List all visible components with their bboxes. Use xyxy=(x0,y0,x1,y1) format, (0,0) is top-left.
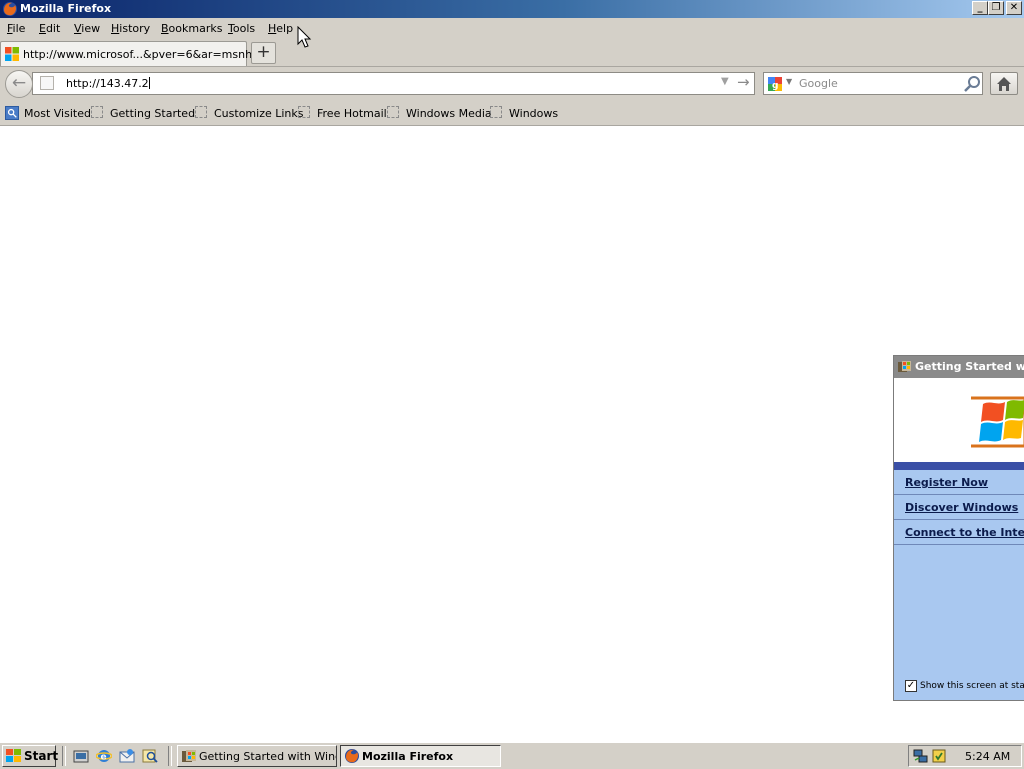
svg-text:e: e xyxy=(101,753,107,763)
most-visited-icon xyxy=(5,106,19,120)
menu-bookmarks[interactable]: Bookmarks xyxy=(161,22,222,35)
text-caret xyxy=(148,77,150,89)
window-title: Mozilla Firefox xyxy=(20,2,112,15)
menu-history[interactable]: History xyxy=(111,22,150,35)
home-button[interactable] xyxy=(990,72,1018,95)
firefox-icon xyxy=(3,2,17,16)
menu-tools[interactable]: Tools xyxy=(228,22,255,35)
show-at-startup-checkbox[interactable]: ✓ xyxy=(905,680,917,692)
msn-icon xyxy=(5,47,19,61)
bookmark-page-icon xyxy=(387,106,399,118)
menu-file[interactable]: File xyxy=(7,22,25,35)
menu-help[interactable]: Help xyxy=(268,22,293,35)
task-getting-started[interactable]: Getting Started with Wind... xyxy=(177,745,337,767)
menu-view[interactable]: View xyxy=(74,22,100,35)
bookmarks-toolbar: Most Visited Getting Started Customize L… xyxy=(0,101,1024,126)
bookmark-page-icon xyxy=(490,106,502,118)
discover-windows-link[interactable]: Discover Windows xyxy=(894,495,1024,520)
bookmark-page-icon xyxy=(195,106,207,118)
url-bar[interactable]: http://143.47.2 ▼ → xyxy=(32,72,755,95)
getting-started-app-icon xyxy=(898,361,911,372)
connect-internet-link[interactable]: Connect to the Intern xyxy=(894,520,1024,545)
new-tab-button[interactable]: + xyxy=(251,42,276,64)
url-dropdown-icon[interactable]: ▼ xyxy=(721,76,729,87)
task-mozilla-firefox[interactable]: Mozilla Firefox xyxy=(340,745,501,767)
tab-label: http://www.microsof...&pver=6&ar=msnhome xyxy=(23,48,277,61)
show-at-startup-label: Show this screen at starti xyxy=(920,681,1024,691)
banner-stripe xyxy=(894,462,1024,470)
home-icon xyxy=(997,77,1011,91)
taskbar-separator xyxy=(62,746,66,766)
security-shield-icon[interactable] xyxy=(931,748,947,764)
tab-strip: http://www.microsof...&pver=6&ar=msnhome… xyxy=(0,39,1024,67)
internet-explorer-icon[interactable]: e xyxy=(96,748,112,764)
mouse-cursor-icon xyxy=(297,26,312,48)
search-bar[interactable]: g ▼ Google xyxy=(763,72,983,95)
back-button[interactable]: ← xyxy=(5,70,33,98)
search-icon[interactable] xyxy=(963,75,981,93)
outlook-express-icon[interactable] xyxy=(119,748,135,764)
getting-started-title: Getting Started wit xyxy=(915,360,1024,373)
search-explorer-icon[interactable] xyxy=(142,748,158,764)
search-engine-dropdown-icon[interactable]: ▼ xyxy=(786,77,792,86)
restore-button[interactable]: ❐ xyxy=(988,1,1004,15)
bookmark-page-icon xyxy=(298,106,310,118)
getting-started-app-icon xyxy=(182,750,196,762)
clock[interactable]: 5:24 AM xyxy=(965,750,1010,763)
google-icon[interactable]: g xyxy=(767,76,783,92)
title-bar[interactable]: Mozilla Firefox _ ❐ ✕ xyxy=(0,0,1024,18)
register-now-link[interactable]: Register Now xyxy=(894,470,1024,495)
taskbar: Start e Getting Started with Wind... xyxy=(0,742,1024,769)
system-tray: 5:24 AM xyxy=(908,745,1022,767)
url-input[interactable]: http://143.47.2 xyxy=(66,77,150,90)
menu-edit[interactable]: Edit xyxy=(39,22,60,35)
firefox-icon xyxy=(345,749,359,763)
menu-bar: File Edit View History Bookmarks Tools H… xyxy=(0,18,1024,39)
page-content[interactable] xyxy=(0,126,1024,742)
getting-started-title-bar[interactable]: Getting Started wit xyxy=(894,356,1024,378)
windows-logo-banner xyxy=(894,378,1024,462)
getting-started-window[interactable]: Getting Started wit Register Now Discove… xyxy=(893,355,1024,701)
windows-start-icon xyxy=(6,749,21,762)
close-button[interactable]: ✕ xyxy=(1006,1,1022,15)
bookmark-page-icon xyxy=(91,106,103,118)
start-button[interactable]: Start xyxy=(2,745,58,767)
network-icon[interactable] xyxy=(913,748,929,764)
search-input[interactable]: Google xyxy=(799,77,838,90)
site-identity-icon[interactable] xyxy=(40,76,54,90)
minimize-button[interactable]: _ xyxy=(972,1,988,15)
back-arrow-icon: ← xyxy=(11,73,27,93)
show-desktop-icon[interactable] xyxy=(73,748,89,764)
tab-msn[interactable]: http://www.microsof...&pver=6&ar=msnhome xyxy=(0,41,276,66)
taskbar-separator xyxy=(168,746,172,766)
windows-logo-icon xyxy=(971,396,1024,448)
navigation-bar: http://143.47.2 ▼ → ← g ▼ Google xyxy=(0,67,1024,101)
go-arrow-icon[interactable]: → xyxy=(737,73,750,91)
svg-text:g: g xyxy=(772,81,778,91)
